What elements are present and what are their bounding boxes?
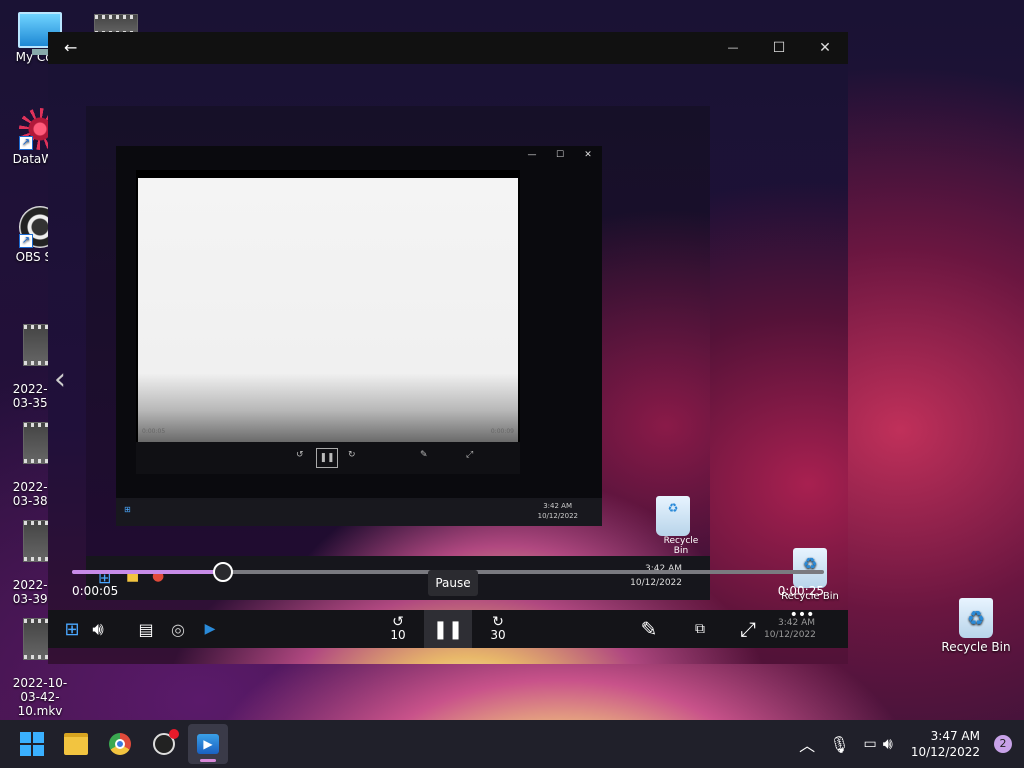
desktop-icon-label: Recycle Bin — [941, 640, 1011, 654]
fullscreen-button[interactable]: ⤢ — [734, 610, 762, 648]
recorded-time: 3:42 AM — [543, 502, 572, 510]
recorded-minimize-icon: — — [527, 150, 537, 160]
recorded-recycle-bin-2: ♻ Recycle Bin — [656, 496, 706, 556]
skip-forward-label: 30 — [490, 628, 506, 642]
recorded-start-icon: ⊞ — [64, 618, 80, 640]
previous-video-button[interactable]: ‹ — [54, 362, 66, 397]
seek-bar-fill — [72, 570, 223, 574]
obs-icon — [153, 729, 179, 755]
recorded-clock-time: 3:42 AM — [778, 618, 815, 628]
start-button[interactable] — [12, 724, 52, 764]
system-tray: ︿ 🎙︎ ▭ 🔊︎ 3:47 AM 10/12/2022 2 — [785, 720, 1024, 768]
volume-icon[interactable]: 🔊︎ — [883, 734, 893, 754]
deep-rewind-icon: ↺ — [296, 450, 304, 460]
recorded-player-window-3: 0:00:05 0:00:09 ❚❚ ↺ ↻ ✎ ⤢ — [136, 170, 520, 474]
forward-icon: ↻ — [492, 614, 504, 630]
skip-forward-button[interactable]: ↻ 30 — [482, 610, 514, 648]
rewind-icon: ↺ — [392, 614, 404, 630]
recorded-obs-icon: ◎ — [171, 619, 185, 639]
minimize-button[interactable]: — — [710, 32, 756, 64]
media-player-icon: ▶ — [197, 734, 219, 754]
recycle-bin-icon: ♻ — [793, 548, 827, 588]
recorded-taskbar-2: ⊞ 3:42 AM 10/12/2022 — [116, 498, 602, 526]
title-bar: ← — ☐ ✕ — [48, 32, 848, 64]
desktop-icon-recycle-bin[interactable]: ♻ Recycle Bin — [936, 598, 1016, 654]
recorded-media-icon: ▶ — [204, 621, 216, 637]
recorded-start-icon: ⊞ — [124, 505, 131, 514]
recorded-close-icon: ✕ — [584, 150, 592, 160]
miniplayer-button[interactable]: ⧉ — [688, 610, 712, 648]
desktop-icon-label: 2022-10- 03-42-10.mkv — [12, 676, 68, 718]
deep-video-white — [138, 178, 518, 442]
player-controls: ⊞ 🔊︎ ▤ ◎ ▶ ↺ 10 ❚❚ ↻ 30 ✎ ⧉ ⤢ ••• 3:42 A… — [48, 607, 848, 648]
chrome-icon — [109, 733, 131, 755]
recycle-bin-icon: ♻ — [656, 496, 690, 536]
maximize-button[interactable]: ☐ — [756, 32, 802, 64]
recorded-desktop: ♻ Recycle Bin — ☐ ✕ 0:00:05 0:00:09 ❚❚ ↺… — [86, 106, 710, 556]
chevron-up-icon[interactable]: ︿ — [799, 732, 815, 756]
deep-pen-icon: ✎ — [420, 450, 428, 460]
deep-expand-icon: ⤢ — [466, 450, 474, 460]
recorded-maximize-icon: ☐ — [555, 150, 565, 160]
taskbar-chrome[interactable] — [100, 724, 140, 764]
recorded-player-window: — ☐ ✕ ♻ Recycle Bin — ☐ ✕ — [86, 106, 710, 600]
pause-icon: ❚❚ — [432, 618, 464, 640]
volume-button[interactable]: 🔊︎ — [86, 610, 110, 648]
deep-pause-icon: ❚❚ — [316, 448, 338, 468]
deep-total: 0:00:09 — [490, 428, 514, 435]
skip-back-button[interactable]: ↺ 10 — [382, 610, 414, 648]
deep-controls: 0:00:05 0:00:09 ❚❚ ↺ ↻ ✎ ⤢ — [136, 428, 520, 474]
skip-back-label: 10 — [390, 628, 406, 642]
recorded-player-window-2: — ☐ ✕ 0:00:05 0:00:09 ❚❚ ↺ ↻ ✎ ⤢ ⊞ 3:42 … — [116, 146, 602, 526]
taskbar-media-player[interactable]: ▶ — [188, 724, 228, 764]
network-icon[interactable]: ▭ — [864, 736, 877, 752]
windows-icon — [20, 732, 44, 756]
edit-button[interactable]: ✎ — [634, 610, 664, 648]
pause-tooltip: Pause — [428, 570, 478, 596]
taskbar-obs[interactable] — [144, 724, 184, 764]
clock-time: 3:47 AM — [930, 729, 980, 743]
subtitles-button[interactable]: ▤ — [134, 610, 158, 648]
notification-badge[interactable]: 2 — [994, 735, 1012, 753]
back-button[interactable]: ← — [64, 38, 77, 57]
current-time: 0:00:05 — [72, 584, 119, 598]
clock-date: 10/12/2022 — [910, 745, 980, 759]
folder-icon — [64, 733, 88, 755]
taskbar: ▶ ︿ 🎙︎ ▭ 🔊︎ 3:47 AM 10/12/2022 2 — [0, 720, 1024, 768]
recycle-bin-icon: ♻ — [959, 598, 993, 638]
recorded-taskbar: ⊞ ■ ● 3:42 AM 10/12/2022 — [86, 556, 710, 600]
recorded-label: Recycle Bin — [663, 536, 699, 556]
deep-forward-icon: ↻ — [348, 450, 356, 460]
media-player-window: ← — ☐ ✕ ♻ Recycle Bin — ☐ ✕ ♻ Recycle Bi… — [48, 32, 848, 664]
clock[interactable]: 3:47 AM 10/12/2022 — [911, 728, 980, 760]
recorded-date: 10/12/2022 — [630, 578, 682, 588]
recorded-date: 10/12/2022 — [537, 512, 578, 520]
microphone-icon[interactable]: 🎙︎ — [829, 735, 849, 754]
taskbar-file-explorer[interactable] — [56, 724, 96, 764]
close-button[interactable]: ✕ — [802, 32, 848, 64]
recorded-clock-date: 10/12/2022 — [764, 630, 816, 640]
deep-time: 0:00:05 — [142, 428, 166, 435]
more-options-button[interactable]: ••• — [788, 596, 816, 634]
pause-button[interactable]: ❚❚ — [424, 610, 472, 648]
